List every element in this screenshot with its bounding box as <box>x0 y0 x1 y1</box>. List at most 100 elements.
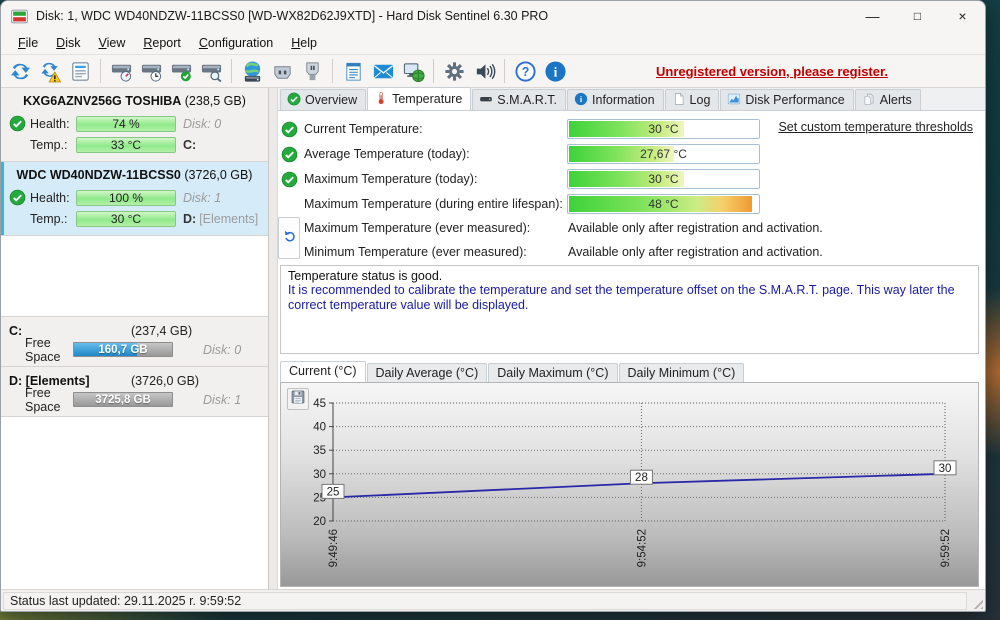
statusbar: Status last updated: 29.11.2025 r. 9:59:… <box>1 589 985 611</box>
svg-text:20: 20 <box>313 516 326 528</box>
alerts-pages-icon <box>862 92 876 109</box>
tab-smart[interactable]: S.M.A.R.T. <box>472 89 567 110</box>
menubar: File Disk View Report Configuration Help <box>1 31 985 54</box>
disk-title: WDC WD40NDZW-11BCSS0 (3726,0 GB) <box>7 168 262 182</box>
free-space-bar: 160,7 GB <box>73 342 173 357</box>
menu-file[interactable]: File <box>9 34 47 52</box>
tab-information[interactable]: i Information <box>567 89 664 110</box>
locked-row-label: Minimum Temperature (ever measured): <box>304 245 527 259</box>
window-title: Disk: 1, WDC WD40NDZW-11BCSS0 [WD-WX82D6… <box>36 9 549 23</box>
temp-label: Temp.: <box>30 211 68 226</box>
thermometer-icon <box>374 91 388 108</box>
content: KXG6AZNV256G TOSHIBA (238,5 GB) Health: … <box>1 87 985 589</box>
mail-icon[interactable] <box>368 57 398 85</box>
health-label: Health: <box>30 190 70 205</box>
disk-title: KXG6AZNV256G TOSHIBA (238,5 GB) <box>7 94 262 108</box>
svg-text:30: 30 <box>939 463 952 475</box>
refresh-icon[interactable] <box>5 57 35 85</box>
disk-number: Disk: 0 <box>203 342 242 357</box>
temp-bar: 33 °C <box>76 136 176 153</box>
temperature-chart: 20 25 30 35 40 45 9:49:46 9:54:52 9:59:52 25 28 30 <box>280 382 979 587</box>
chart-tab-daily-maximum[interactable]: Daily Maximum (°C) <box>488 363 618 382</box>
sidebar-gap <box>1 236 268 316</box>
tab-overview[interactable]: Overview <box>280 89 367 110</box>
locked-row-value: Available only after registration and ac… <box>568 245 823 259</box>
app-window: Disk: 1, WDC WD40NDZW-11BCSS0 [WD-WX82D6… <box>0 0 986 612</box>
disk-check-icon[interactable] <box>166 57 196 85</box>
chart-tab-daily-minimum[interactable]: Daily Minimum (°C) <box>618 363 745 382</box>
disk-smart-icon <box>479 92 493 109</box>
menu-report[interactable]: Report <box>134 34 190 52</box>
sidebar-disk-0[interactable]: KXG6AZNV256G TOSHIBA (238,5 GB) Health: … <box>1 88 268 162</box>
help-icon[interactable]: ? <box>510 57 540 85</box>
globe-disk-icon[interactable] <box>237 57 267 85</box>
tab-disk-performance[interactable]: Disk Performance <box>720 89 854 110</box>
temp-row-bar: 27,67 °C <box>567 144 760 164</box>
health-label: Health: <box>30 116 70 131</box>
sidebar-splitter[interactable] <box>269 88 278 589</box>
svg-text:?: ? <box>521 65 529 79</box>
tab-alerts[interactable]: Alerts <box>854 89 921 110</box>
speaker-icon[interactable] <box>469 57 499 85</box>
info-icon[interactable]: i <box>540 57 570 85</box>
toolbar-separator <box>332 59 333 83</box>
chart-tab-daily-average[interactable]: Daily Average (°C) <box>366 363 488 382</box>
app-icon <box>11 8 28 25</box>
drive-letter: C: <box>183 137 197 152</box>
undo-button[interactable] <box>278 217 300 259</box>
status-line-1: Temperature status is good. <box>288 269 443 283</box>
sidebar-partition-d[interactable]: D: [Elements] (3726,0 GB) Free Space 372… <box>1 367 268 417</box>
disk-search-icon[interactable] <box>196 57 226 85</box>
svg-text:25: 25 <box>327 486 340 498</box>
gear-icon[interactable] <box>439 57 469 85</box>
refresh-warning-icon[interactable] <box>35 57 65 85</box>
svg-text:45: 45 <box>313 398 326 410</box>
undo-icon <box>282 228 297 248</box>
status-ok-icon <box>281 146 298 163</box>
status-ok-icon <box>281 171 298 188</box>
network-monitor-icon[interactable] <box>398 57 428 85</box>
temp-row-bar: 48 °C <box>567 194 760 214</box>
menu-view[interactable]: View <box>89 34 134 52</box>
disk-connector-icon[interactable] <box>267 57 297 85</box>
sidebar-partition-c[interactable]: C: (237,4 GB) Free Space 160,7 GB Disk: … <box>1 316 268 367</box>
minimize-button[interactable]: — <box>850 1 895 31</box>
register-link[interactable]: Unregistered version, please register. <box>656 64 888 79</box>
health-bar: 74 % <box>76 115 176 132</box>
log-page-icon <box>672 92 686 109</box>
menu-disk[interactable]: Disk <box>47 34 89 52</box>
set-thresholds-link[interactable]: Set custom temperature thresholds <box>778 120 973 134</box>
sidebar-disk-1[interactable]: WDC WD40NDZW-11BCSS0 (3726,0 GB) Health:… <box>1 162 268 236</box>
tab-temperature[interactable]: Temperature <box>367 87 472 110</box>
notepad-icon[interactable] <box>338 57 368 85</box>
svg-text:40: 40 <box>313 422 326 434</box>
chart-tab-current[interactable]: Current (°C) <box>280 361 366 382</box>
partition-size: (3726,0 GB) <box>131 373 200 388</box>
menu-help[interactable]: Help <box>282 34 326 52</box>
health-bar: 100 % <box>76 189 176 206</box>
menu-configuration[interactable]: Configuration <box>190 34 282 52</box>
overview-check-icon <box>287 92 301 109</box>
temp-row-label: Maximum Temperature (during entire lifes… <box>304 197 563 211</box>
disk-clock-icon[interactable] <box>136 57 166 85</box>
free-space-label: Free Space <box>25 385 61 414</box>
temp-row-label: Current Temperature: <box>304 122 423 136</box>
disk-plug-icon[interactable] <box>297 57 327 85</box>
report-icon[interactable] <box>65 57 95 85</box>
partition-size: (237,4 GB) <box>131 323 193 338</box>
info-circle-icon: i <box>574 92 588 109</box>
maximize-button[interactable]: □ <box>895 1 940 31</box>
tab-log[interactable]: Log <box>664 89 720 110</box>
disk-number: Disk: 1 <box>183 190 222 205</box>
health-ok-icon <box>9 189 26 206</box>
sidebar: KXG6AZNV256G TOSHIBA (238,5 GB) Health: … <box>1 88 269 589</box>
drive-letter: D: [Elements] <box>183 211 259 226</box>
close-button[interactable]: × <box>940 1 985 31</box>
disk-size: (238,5 GB) <box>184 94 246 108</box>
resize-grip[interactable] <box>970 596 983 609</box>
toolbar-separator <box>504 59 505 83</box>
status-ok-icon <box>281 121 298 138</box>
disk-gauge-icon[interactable] <box>106 57 136 85</box>
svg-text:9:59:52: 9:59:52 <box>940 529 952 567</box>
svg-text:30: 30 <box>313 469 326 481</box>
